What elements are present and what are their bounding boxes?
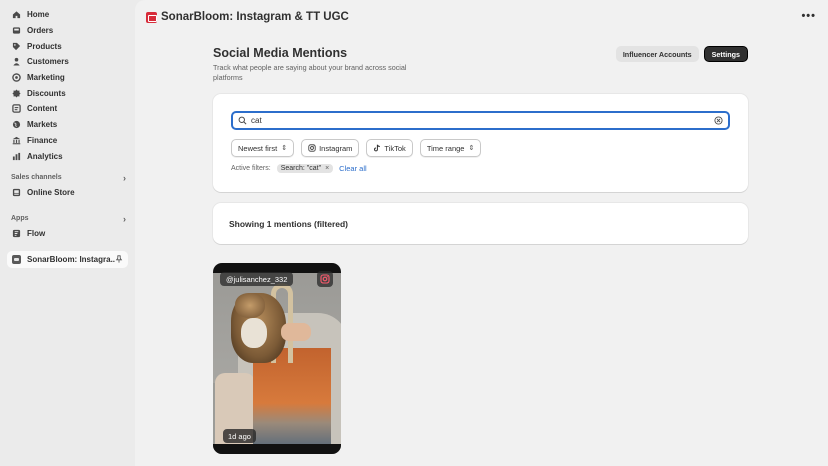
results-summary-card: Showing 1 mentions (filtered): [213, 203, 748, 244]
time-range-chevron-icon: ⇕: [468, 145, 475, 152]
sidebar-item-marketing[interactable]: Marketing: [0, 70, 135, 86]
search-input[interactable]: cat: [231, 111, 730, 130]
sidebar-item-discounts[interactable]: Discounts: [0, 85, 135, 101]
globe-icon: [12, 120, 21, 129]
filter-card: cat Newest first ⇕ Instagram TikTok Time…: [213, 94, 748, 192]
filter-bar: Newest first ⇕ Instagram TikTok Time ran…: [231, 139, 482, 157]
app-logo-icon: [146, 11, 157, 23]
clear-search-icon[interactable]: [714, 116, 723, 125]
sort-label: Newest first: [238, 143, 278, 153]
content-icon: [12, 104, 21, 114]
pin-icon[interactable]: [115, 255, 123, 265]
main-content: SonarBloom: Instagram & TT UGC ••• Socia…: [135, 0, 828, 466]
tiktok-icon: [373, 144, 381, 152]
post-image: [213, 273, 341, 454]
flow-icon: [12, 229, 21, 238]
chevron-right-icon: ›: [123, 213, 126, 224]
apps-label: Apps: [11, 215, 29, 223]
chart-icon: [12, 152, 21, 161]
sidebar-item-label: Finance: [27, 135, 58, 145]
sidebar-item-label: Content: [27, 104, 58, 114]
more-actions-button[interactable]: •••: [801, 10, 816, 22]
sidebar-item-markets[interactable]: Markets: [0, 117, 135, 133]
page-subtitle: Track what people are saying about your …: [213, 63, 407, 82]
sidebar-item-online-store[interactable]: Online Store: [0, 185, 135, 201]
sidebar-item-label: Orders: [27, 26, 54, 36]
sidebar-item-products[interactable]: Products: [0, 38, 135, 54]
apps-section[interactable]: Apps ›: [0, 212, 135, 226]
person-icon: [12, 57, 21, 66]
sidebar-item-label: Marketing: [27, 73, 65, 83]
sidebar-item-label: Analytics: [27, 151, 63, 161]
bank-icon: [12, 136, 21, 145]
chevron-right-icon: ›: [123, 172, 126, 183]
sort-chevron-icon: ⇕: [281, 145, 288, 152]
sidebar-item-label: Discounts: [27, 88, 66, 98]
sidebar-item-label: SonarBloom: Instagra...: [27, 255, 115, 265]
home-icon: [12, 10, 21, 19]
instagram-filter-button[interactable]: Instagram: [301, 139, 360, 157]
influencer-accounts-button[interactable]: Influencer Accounts: [615, 46, 699, 62]
sidebar-item-label: Customers: [27, 57, 69, 67]
sonarbloom-logo-icon: [12, 255, 21, 265]
sort-select[interactable]: Newest first ⇕: [231, 139, 295, 157]
time-range-select[interactable]: Time range ⇕: [419, 139, 482, 157]
active-filters-label: Active filters:: [231, 165, 271, 172]
sidebar-item-label: Markets: [27, 120, 58, 130]
post-handle: @julisanchez_332: [220, 272, 294, 286]
chip-label: Search: "cat": [280, 165, 322, 172]
sidebar-item-customers[interactable]: Customers: [0, 54, 135, 70]
results-count: Showing 1 mentions (filtered): [229, 219, 349, 229]
instagram-label: Instagram: [319, 143, 353, 153]
sidebar: Home Orders Products Customers Marketing…: [0, 0, 135, 466]
search-value: cat: [251, 116, 262, 125]
mention-card[interactable]: @julisanchez_332 1d ago: [213, 263, 341, 454]
app-title: SonarBloom: Instagram & TT UGC: [161, 11, 349, 23]
sidebar-item-finance[interactable]: Finance: [0, 133, 135, 149]
sidebar-item-label: Flow: [27, 228, 46, 238]
settings-button[interactable]: Settings: [703, 46, 748, 62]
page-header: Social Media Mentions Track what people …: [213, 46, 748, 82]
instagram-icon: [317, 271, 333, 287]
time-range-label: Time range: [426, 143, 465, 153]
tiktok-filter-button[interactable]: TikTok: [366, 139, 413, 157]
app-header: SonarBloom: Instagram & TT UGC: [135, 0, 828, 34]
sales-channels-label: Sales channels: [11, 174, 62, 182]
tiktok-label: TikTok: [384, 143, 406, 153]
sidebar-item-label: Online Store: [27, 188, 75, 198]
orders-icon: [12, 26, 21, 35]
sidebar-item-label: Home: [27, 10, 50, 20]
remove-chip-icon[interactable]: ×: [325, 165, 329, 172]
active-filters: Active filters: Search: "cat" × Clear al…: [231, 164, 367, 173]
search-icon: [238, 116, 247, 125]
header-actions: Influencer Accounts Settings: [615, 46, 748, 62]
sidebar-item-sonarbloom[interactable]: SonarBloom: Instagra...: [7, 251, 128, 269]
instagram-icon: [308, 144, 316, 152]
discount-icon: [12, 89, 21, 98]
store-icon: [12, 188, 21, 197]
sales-channels-section[interactable]: Sales channels ›: [0, 171, 135, 185]
target-icon: [12, 73, 21, 82]
clear-all-link[interactable]: Clear all: [339, 164, 367, 173]
search-filter-chip: Search: "cat" ×: [276, 164, 334, 173]
sidebar-item-orders[interactable]: Orders: [0, 23, 135, 39]
sidebar-item-home[interactable]: Home: [0, 7, 135, 23]
sidebar-item-analytics[interactable]: Analytics: [0, 148, 135, 164]
sidebar-item-label: Products: [27, 41, 62, 51]
sidebar-item-flow[interactable]: Flow: [0, 226, 135, 242]
tag-icon: [12, 42, 21, 51]
post-age: 1d ago: [223, 429, 256, 443]
sidebar-item-content[interactable]: Content: [0, 101, 135, 117]
